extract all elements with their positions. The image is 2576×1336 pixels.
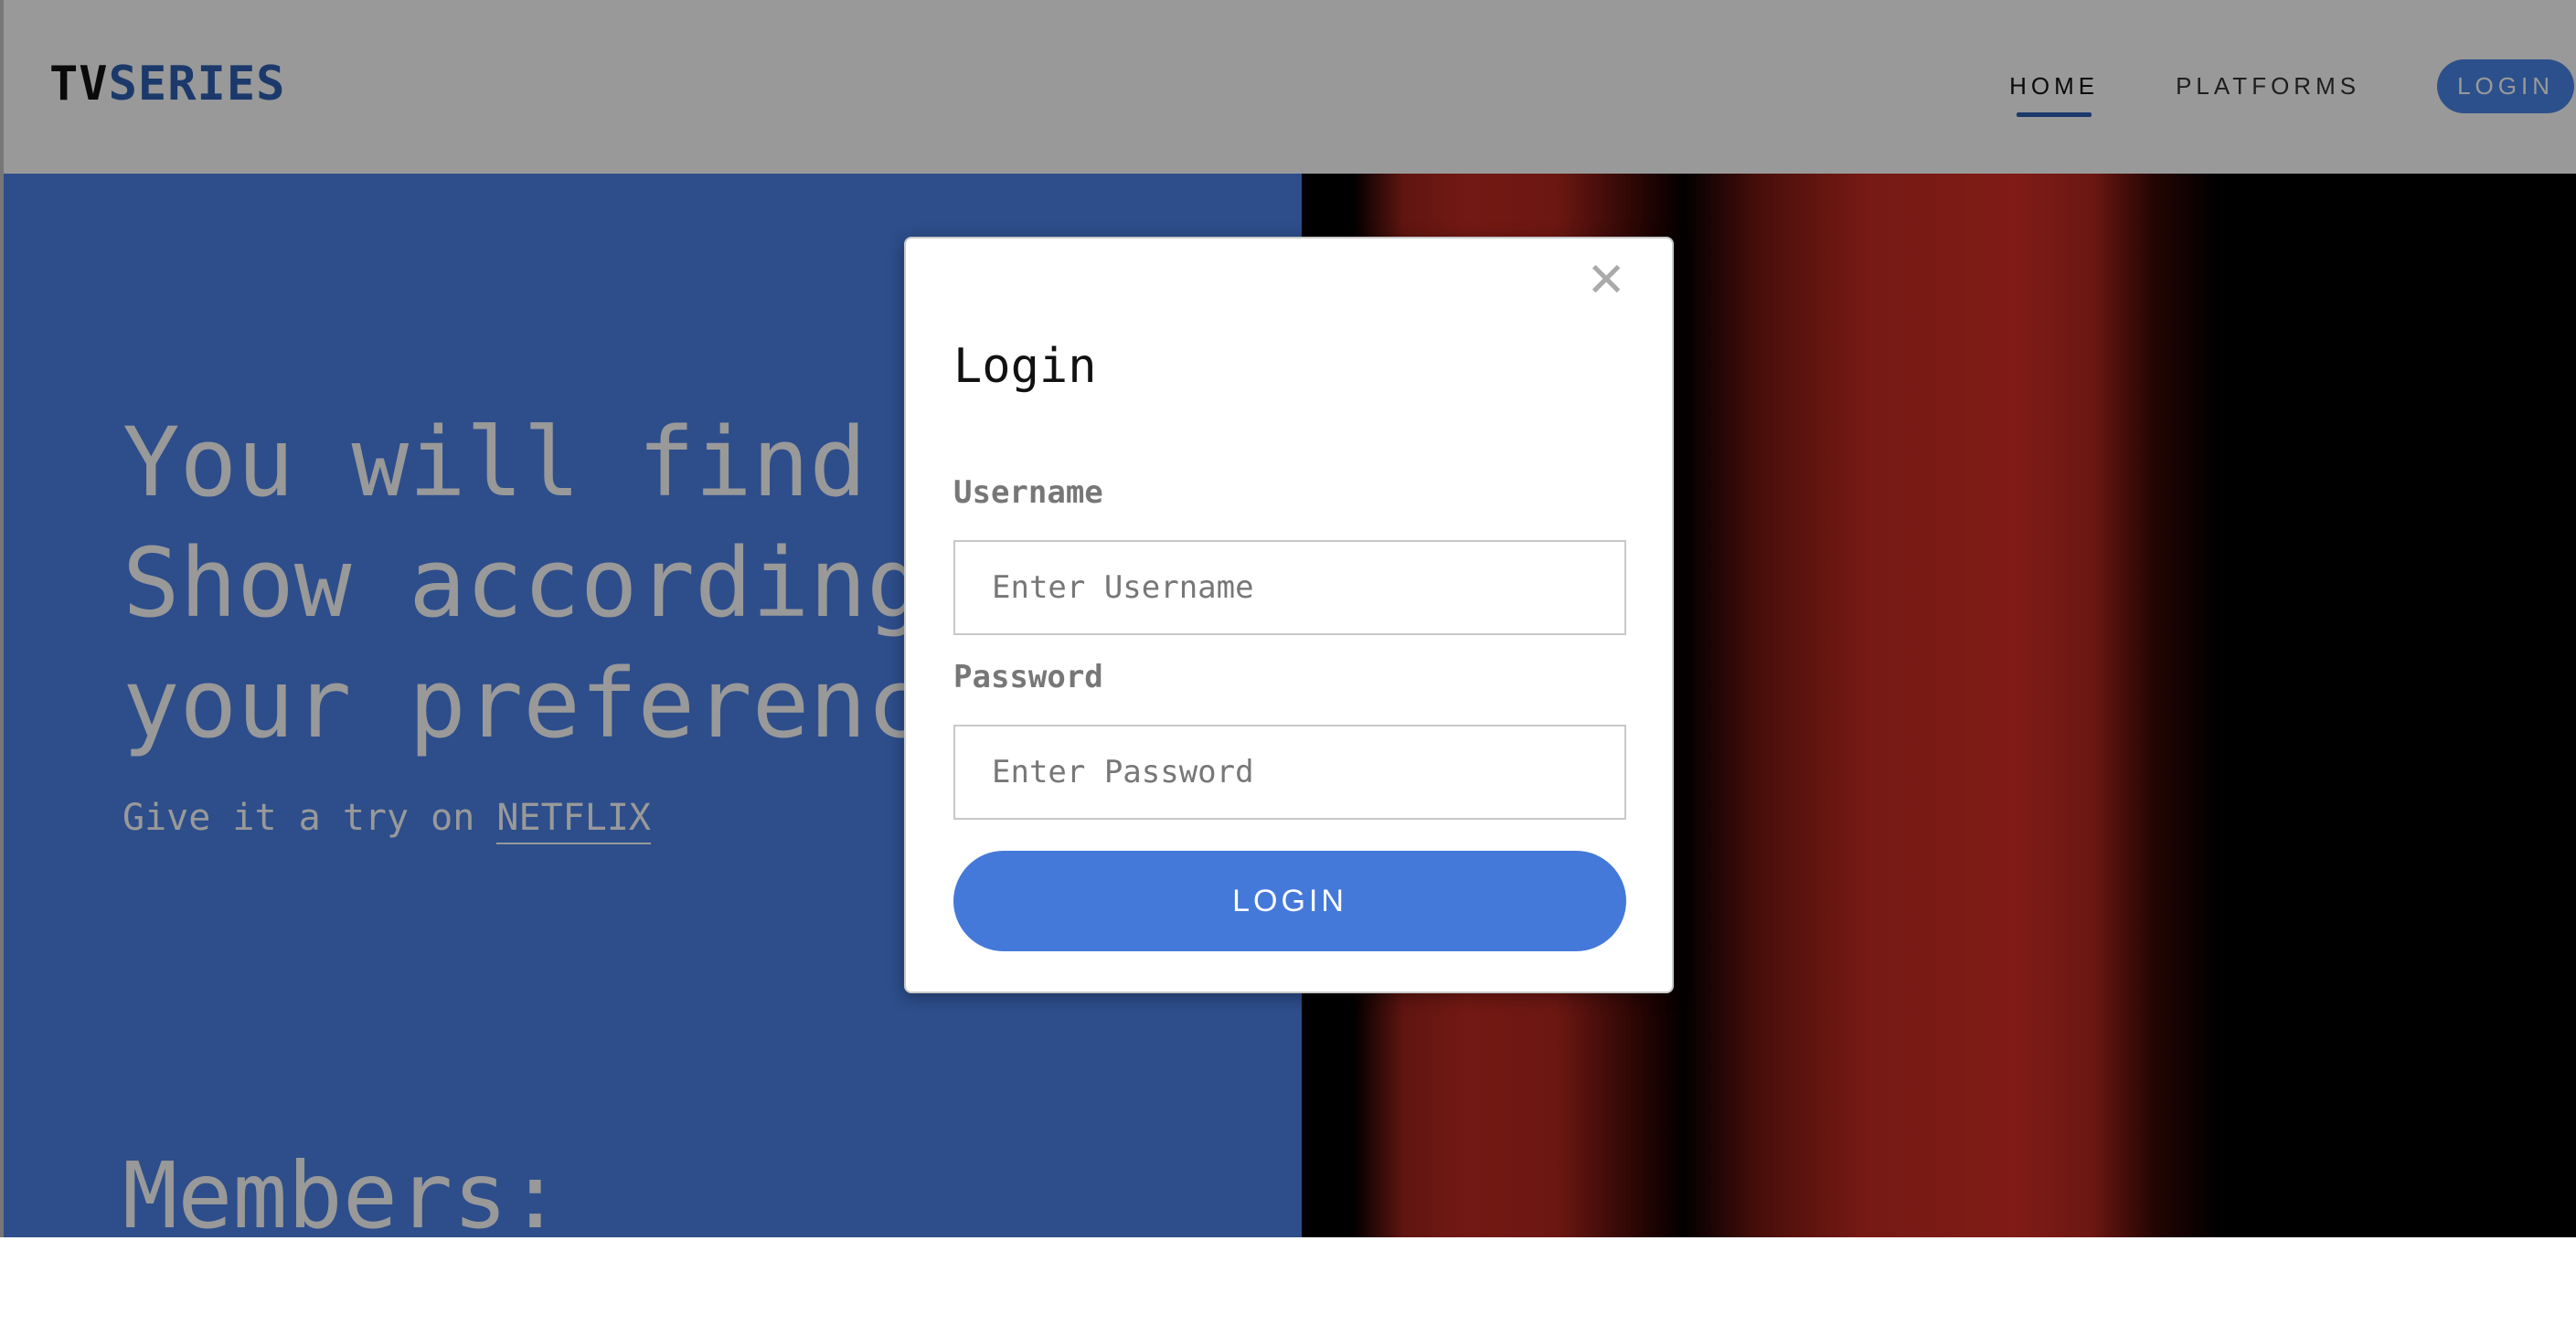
login-here-line: Login Here [122,1288,343,1336]
login-here-link[interactable]: Here [254,1288,343,1336]
login-submit-button[interactable]: LOGIN [953,851,1626,951]
login-here-prefix: Login [122,1288,255,1331]
login-modal: ✕ Login Username Password LOGIN [904,237,1674,993]
modal-title: Login [953,339,1097,394]
password-input[interactable] [953,725,1626,820]
window-edge [0,0,4,1237]
close-icon[interactable]: ✕ [1586,257,1626,304]
username-label: Username [953,474,1103,511]
username-input[interactable] [953,540,1626,635]
password-label: Password [953,659,1103,695]
